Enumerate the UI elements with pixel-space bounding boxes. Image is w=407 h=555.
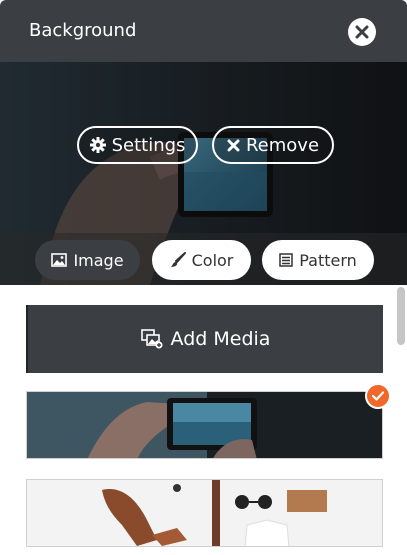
pattern-icon [279,253,293,267]
image-icon [51,253,68,267]
media-item-hands-phone[interactable] [26,391,383,459]
panel-header: Background [0,0,407,62]
scrollbar-thumb[interactable] [397,287,405,345]
tab-image-label: Image [73,250,124,270]
hands-phone-thumbnail [27,392,382,458]
remove-button[interactable]: Remove [212,126,334,164]
tab-pattern-label: Pattern [299,250,357,270]
settings-button[interactable]: Settings [77,126,198,164]
remove-label: Remove [245,134,320,156]
add-media-label: Add Media [170,328,271,350]
add-media-icon [140,329,163,349]
close-button[interactable] [348,18,376,46]
flat-lay-thumbnail [27,480,382,546]
gear-icon [89,137,106,153]
tab-pattern[interactable]: Pattern [262,240,374,280]
add-media-button[interactable]: Add Media [26,305,383,373]
background-panel: Background Settings Remove Image Color P… [0,0,407,555]
selected-check-icon [365,383,391,409]
media-item-flat-lay[interactable] [26,479,383,547]
panel-title: Background [29,20,137,41]
brush-icon [170,252,186,267]
settings-label: Settings [111,134,186,156]
tab-color-label: Color [191,250,234,270]
x-icon [227,139,240,151]
close-icon [355,25,369,39]
tab-image[interactable]: Image [35,240,140,280]
tab-color[interactable]: Color [152,240,251,280]
